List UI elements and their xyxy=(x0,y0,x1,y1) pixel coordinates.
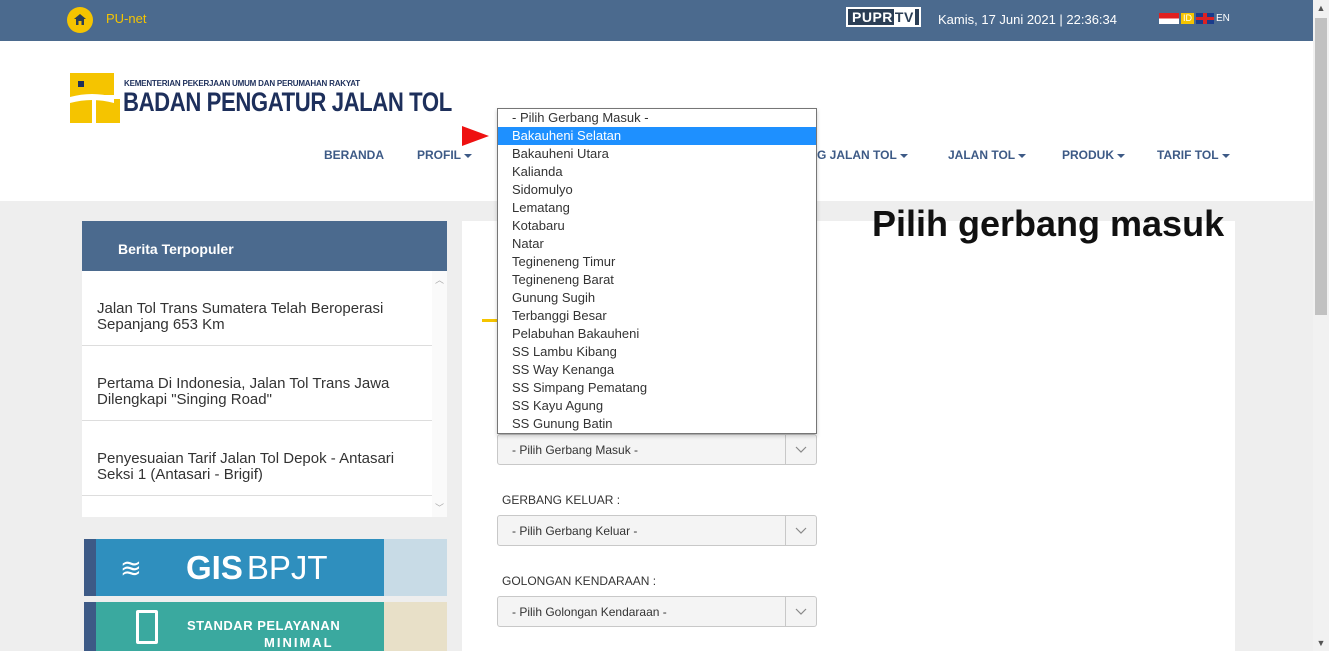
puprtv-logo-left: PUPR xyxy=(852,9,893,25)
banner-stripe xyxy=(84,602,96,651)
gis-bpjt-banner[interactable]: ≋ GIS BPJT xyxy=(84,539,447,596)
spm-banner[interactable]: STANDAR PELAYANAN MINIMAL xyxy=(84,602,447,651)
datetime: Kamis, 17 Juni 2021 | 22:36:34 xyxy=(938,12,1117,27)
dropdown-option[interactable]: Kalianda xyxy=(498,163,816,181)
nav-produk-label: PRODUK xyxy=(1062,148,1115,162)
news-title-line2: Dilengkapi "Singing Road" xyxy=(97,391,272,408)
home-icon[interactable] xyxy=(67,7,93,33)
language-switcher: ID EN xyxy=(1159,13,1230,24)
chevron-down-icon[interactable]: ﹀ xyxy=(432,501,447,514)
caret-down-icon xyxy=(1117,153,1126,158)
scroll-down-icon[interactable]: ▼ xyxy=(1313,635,1329,651)
caret-down-icon xyxy=(1018,153,1027,158)
chevron-down-icon[interactable] xyxy=(785,516,816,545)
news-title-line2: Seksi 1 (Antasari - Brigif) xyxy=(97,466,263,483)
nav-jalan-tol-label: JALAN TOL xyxy=(948,148,1016,162)
nav-profil-label: PROFIL xyxy=(417,148,461,162)
scroll-up-icon[interactable]: ▲ xyxy=(1313,0,1329,16)
gis-layers-icon: ≋ xyxy=(120,553,142,583)
popular-news-title: Berita Terpopuler xyxy=(82,221,447,271)
dropdown-option[interactable]: Terbanggi Besar xyxy=(498,307,816,325)
nav-tarif-tol[interactable]: TARIF TOL xyxy=(1157,148,1230,162)
dropdown-option[interactable]: SS Gunung Batin xyxy=(498,415,816,433)
annotation-text: Pilih gerbang masuk xyxy=(872,203,1225,244)
news-title[interactable]: Jalan Tol Trans Sumatera Telah Beroperas… xyxy=(97,301,427,333)
news-title-line1: Pertama Di Indonesia, Jalan Tol Trans Ja… xyxy=(97,375,390,392)
gis-bold-text: GIS xyxy=(186,549,243,586)
gis-light-text: BPJT xyxy=(246,549,328,586)
news-title[interactable]: Pertama Di Indonesia, Jalan Tol Trans Ja… xyxy=(97,376,427,408)
news-item[interactable]: Jalan Tol Trans Sumatera Telah Beroperas… xyxy=(82,271,432,346)
map-thumbnail-icon xyxy=(384,539,447,596)
road-map-icon xyxy=(384,602,447,651)
dropdown-option[interactable]: Pelabuhan Bakauheni xyxy=(498,325,816,343)
exit-gate-select[interactable]: - Pilih Gerbang Keluar - xyxy=(497,515,817,546)
entry-gate-dropdown-list: - Pilih Gerbang Masuk - Bakauheni Selatan… xyxy=(497,108,817,434)
news-item[interactable]: Penyesuaian Tarif Jalan Tol Depok - Anta… xyxy=(82,421,432,496)
bpjt-logo[interactable]: KEMENTERIAN PEKERJAAN UMUM DAN PERUMAHAN… xyxy=(70,73,452,125)
popular-news-panel: Berita Terpopuler Jalan Tol Trans Sumate… xyxy=(82,221,447,517)
spm-line1: STANDAR PELAYANAN xyxy=(187,618,341,633)
dropdown-option[interactable]: Sidomulyo xyxy=(498,181,816,199)
nav-profil[interactable]: PROFIL xyxy=(417,148,472,162)
pu-logo-icon xyxy=(70,73,120,123)
caret-down-icon xyxy=(464,153,472,158)
dropdown-option[interactable]: SS Simpang Pematang xyxy=(498,379,816,397)
logo-agency-text: BADAN PENGATUR JALAN TOL xyxy=(123,87,452,117)
dropdown-option[interactable]: SS Way Kenanga xyxy=(498,361,816,379)
vehicle-class-label: GOLONGAN KENDARAAN : xyxy=(502,574,657,588)
lang-en[interactable]: EN xyxy=(1216,13,1230,24)
banner-stripe xyxy=(84,539,96,596)
news-title-line1: Jalan Tol Trans Sumatera Telah Beroperas… xyxy=(97,300,384,317)
caret-down-icon xyxy=(1221,153,1230,158)
news-title-line1: Penyesuaian Tarif Jalan Tol Depok - Anta… xyxy=(97,450,395,467)
dropdown-option[interactable]: Kotabaru xyxy=(498,217,816,235)
nav-jalan-tol[interactable]: JALAN TOL xyxy=(948,148,1027,162)
dropdown-option[interactable]: SS Kayu Agung xyxy=(498,397,816,415)
chevron-down-icon[interactable] xyxy=(785,597,816,626)
dropdown-option[interactable]: Bakauheni Selatan xyxy=(498,127,816,145)
spm-line2: MINIMAL xyxy=(264,635,334,650)
indonesia-flag-icon[interactable] xyxy=(1159,13,1179,24)
vehicle-class-select-value: - Pilih Golongan Kendaraan - xyxy=(512,605,667,619)
dropdown-option[interactable]: - Pilih Gerbang Masuk - xyxy=(498,109,816,127)
pu-net-link[interactable]: PU-net xyxy=(106,11,146,26)
nav-tarif-tol-label: TARIF TOL xyxy=(1157,148,1219,162)
news-list: Jalan Tol Trans Sumatera Telah Beroperas… xyxy=(82,271,432,517)
dropdown-option[interactable]: Tegineneng Timur xyxy=(498,253,816,271)
dropdown-option[interactable]: Bakauheni Utara xyxy=(498,145,816,163)
exit-gate-label: GERBANG KELUAR : xyxy=(502,493,621,507)
red-arrow-icon xyxy=(462,126,489,146)
page-scrollbar-thumb[interactable] xyxy=(1315,18,1327,315)
nav-beranda[interactable]: BERANDA xyxy=(324,148,384,162)
nav-gerbang-jalan-tol-label: G JALAN TOL xyxy=(817,148,897,162)
chevron-up-icon[interactable]: ︿ xyxy=(432,273,447,286)
dropdown-option[interactable]: Tegineneng Barat xyxy=(498,271,816,289)
entry-gate-select-value: - Pilih Gerbang Masuk - xyxy=(512,443,639,457)
lang-id[interactable]: ID xyxy=(1181,13,1194,24)
dropdown-option[interactable]: Gunung Sugih xyxy=(498,289,816,307)
news-title-line2: Sepanjang 653 Km xyxy=(97,316,225,333)
puprtv-logo-right: TV xyxy=(893,9,915,25)
clipboard-icon xyxy=(136,610,158,644)
nav-produk[interactable]: PRODUK xyxy=(1062,148,1126,162)
news-scrollbar[interactable]: ︿ ﹀ xyxy=(432,271,447,517)
vehicle-class-select[interactable]: - Pilih Golongan Kendaraan - xyxy=(497,596,817,627)
nav-gerbang-jalan-tol[interactable]: G JALAN TOL xyxy=(817,148,908,162)
exit-gate-select-value: - Pilih Gerbang Keluar - xyxy=(512,524,638,538)
puprtv-logo[interactable]: PUPR TV xyxy=(846,7,921,27)
entry-gate-select[interactable]: - Pilih Gerbang Masuk - xyxy=(497,434,817,465)
dropdown-option[interactable]: SS Lambu Kibang xyxy=(498,343,816,361)
dropdown-option[interactable]: Natar xyxy=(498,235,816,253)
chevron-down-icon[interactable] xyxy=(785,435,816,464)
dropdown-option[interactable]: Lematang xyxy=(498,199,816,217)
news-title[interactable]: Penyesuaian Tarif Jalan Tol Depok - Anta… xyxy=(97,451,427,483)
uk-flag-icon[interactable] xyxy=(1196,13,1214,24)
top-bar: PU-net PUPR TV Kamis, 17 Juni 2021 | 22:3… xyxy=(0,0,1313,41)
gis-banner-text: GIS BPJT xyxy=(186,549,328,587)
caret-down-icon xyxy=(899,153,908,158)
news-item[interactable]: Pertama Di Indonesia, Jalan Tol Trans Ja… xyxy=(82,346,432,421)
nav-beranda-label: BERANDA xyxy=(324,148,384,162)
